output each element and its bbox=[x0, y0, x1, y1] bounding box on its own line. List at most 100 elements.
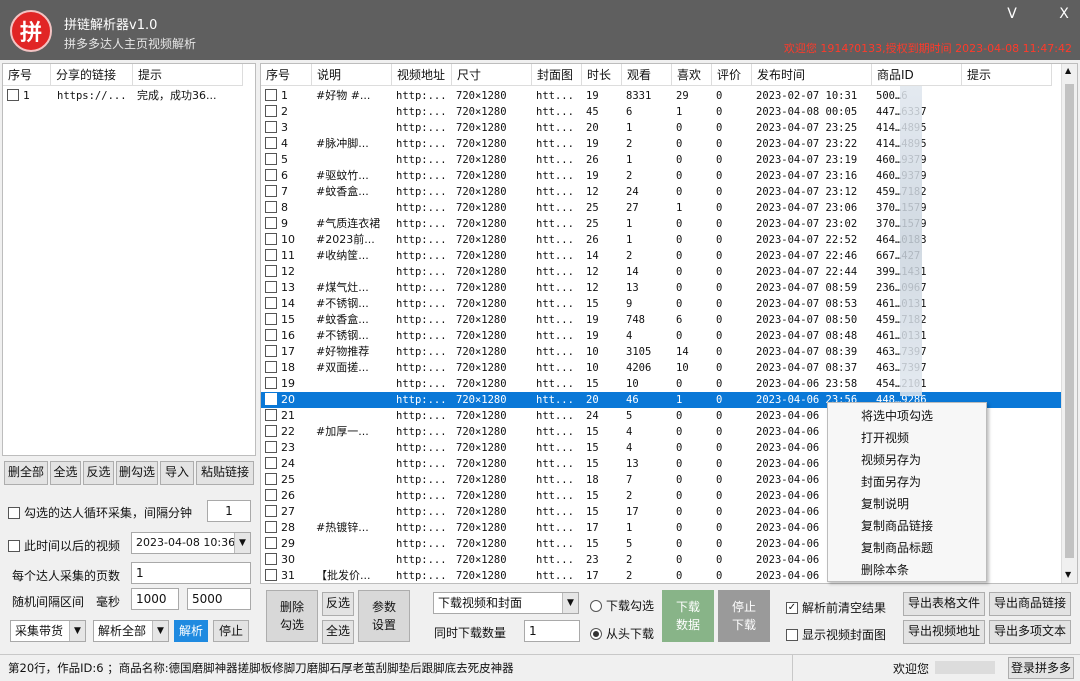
after-time-option[interactable]: 此时间以后的视频 bbox=[8, 537, 120, 554]
after-time-picker[interactable]: 2023-04-08 10:36 ▼ bbox=[131, 532, 251, 554]
col-header-link[interactable]: 分享的链接 bbox=[51, 64, 133, 86]
row-checkbox[interactable] bbox=[265, 345, 277, 357]
clear-before-option[interactable]: ✓ 解析前清空结果 bbox=[786, 599, 886, 616]
invert-links-button[interactable]: 反选 bbox=[83, 461, 114, 485]
table-row[interactable]: 2 http:... 720×1280 htt... 45 6 1 0 2023-04-08 0… bbox=[261, 104, 1061, 120]
list-item[interactable]: 1 https://... 完成，成功36... bbox=[3, 88, 255, 104]
col-header-reviews[interactable]: 评价 bbox=[712, 64, 752, 86]
download-data-button[interactable]: 下载 数据 bbox=[662, 590, 714, 642]
ctx-delete-row[interactable]: 删除本条 bbox=[828, 559, 986, 581]
stop-download-button[interactable]: 停止 下载 bbox=[718, 590, 770, 642]
ctx-copy-desc[interactable]: 复制说明 bbox=[828, 493, 986, 515]
col-header-video-url[interactable]: 视频地址 bbox=[392, 64, 452, 86]
select-all-links-button[interactable]: 全选 bbox=[50, 461, 81, 485]
table-row[interactable]: 12 http:... 720×1280 htt... 12 14 0 0 2023-04-07… bbox=[261, 264, 1061, 280]
table-row[interactable]: 14 #不锈钢... http:... 720×1280 htt... 15 9 0 0 2023… bbox=[261, 296, 1061, 312]
row-checkbox[interactable] bbox=[265, 297, 277, 309]
ctx-open-video[interactable]: 打开视频 bbox=[828, 427, 986, 449]
row-checkbox[interactable] bbox=[265, 313, 277, 325]
row-checkbox[interactable] bbox=[265, 121, 277, 133]
checkmark-icon[interactable]: ✓ bbox=[786, 601, 798, 614]
paste-link-button[interactable]: 粘贴链接 bbox=[196, 461, 254, 485]
row-checkbox[interactable] bbox=[265, 185, 277, 197]
row-checkbox[interactable] bbox=[265, 329, 277, 341]
row-checkbox[interactable] bbox=[265, 521, 277, 533]
pages-input[interactable]: 1 bbox=[131, 562, 251, 584]
delete-checked-links-button[interactable]: 删勾选 bbox=[116, 461, 158, 485]
scroll-down-icon[interactable]: ▼ bbox=[1065, 570, 1071, 579]
row-checkbox[interactable] bbox=[265, 169, 277, 181]
import-button[interactable]: 导入 bbox=[160, 461, 194, 485]
row-checkbox[interactable] bbox=[265, 393, 277, 405]
select-all-button[interactable]: 全选 bbox=[322, 620, 354, 644]
radio-selected-icon[interactable] bbox=[590, 627, 602, 640]
table-row[interactable]: 17 #好物推荐 http:... 720×1280 htt... 10 3105 14 0 20… bbox=[261, 344, 1061, 360]
col-header-desc[interactable]: 说明 bbox=[312, 64, 392, 86]
row-checkbox[interactable] bbox=[265, 425, 277, 437]
stop-parse-button[interactable]: 停止 bbox=[213, 620, 249, 642]
row-checkbox[interactable] bbox=[265, 473, 277, 485]
interval-max-input[interactable]: 5000 bbox=[187, 588, 251, 610]
col-header-goods-id[interactable]: 商品ID bbox=[872, 64, 962, 86]
invert-select-button[interactable]: 反选 bbox=[322, 592, 354, 616]
concurrent-input[interactable]: 1 bbox=[524, 620, 580, 642]
col-header-size[interactable]: 尺寸 bbox=[452, 64, 532, 86]
table-row[interactable]: 6 #驱蚊竹... http:... 720×1280 htt... 19 2 0 0 2023-… bbox=[261, 168, 1061, 184]
row-checkbox[interactable] bbox=[265, 233, 277, 245]
col-header-index[interactable]: 序号 bbox=[3, 64, 51, 86]
loop-interval-input[interactable]: 1 bbox=[207, 500, 251, 522]
login-pdd-button[interactable]: 登录拼多多 bbox=[1008, 657, 1074, 679]
loop-option[interactable]: 勾选的达人循环采集，间隔分钟 bbox=[8, 504, 192, 521]
col-header-duration[interactable]: 时长 bbox=[582, 64, 622, 86]
row-checkbox[interactable] bbox=[265, 201, 277, 213]
after-time-checkbox[interactable] bbox=[8, 539, 20, 552]
minimize-button[interactable]: V bbox=[1000, 4, 1024, 24]
scroll-up-icon[interactable]: ▲ bbox=[1065, 66, 1071, 75]
col-header-tip[interactable]: 提示 bbox=[133, 64, 243, 86]
table-row[interactable]: 15 #蚊香盒... http:... 720×1280 htt... 19 748 6 0 20… bbox=[261, 312, 1061, 328]
table-row[interactable]: 3 http:... 720×1280 htt... 20 1 0 0 2023-04-07 2… bbox=[261, 120, 1061, 136]
table-row[interactable]: 16 #不锈钢... http:... 720×1280 htt... 19 4 0 0 2023… bbox=[261, 328, 1061, 344]
row-checkbox[interactable] bbox=[265, 153, 277, 165]
download-checked-radio[interactable]: 下载勾选 bbox=[590, 597, 654, 614]
export-video-url-button[interactable]: 导出视频地址 bbox=[903, 620, 985, 644]
ctx-check-selected[interactable]: 将选中项勾选 bbox=[828, 405, 986, 427]
col-header-cover[interactable]: 封面图 bbox=[532, 64, 582, 86]
ctx-save-cover[interactable]: 封面另存为 bbox=[828, 471, 986, 493]
row-checkbox[interactable] bbox=[265, 553, 277, 565]
parse-mode-select[interactable]: 解析全部 ▼ bbox=[93, 620, 169, 642]
ctx-copy-goods-title[interactable]: 复制商品标题 bbox=[828, 537, 986, 559]
table-row[interactable]: 4 #脉冲脚... http:... 720×1280 htt... 19 2 0 0 2023-… bbox=[261, 136, 1061, 152]
delete-all-button[interactable]: 删全部 bbox=[4, 461, 48, 485]
download-from-top-radio[interactable]: 从头下载 bbox=[590, 625, 654, 642]
table-row[interactable]: 9 #气质连衣裙 http:... 720×1280 htt... 25 1 0 0 2023-0… bbox=[261, 216, 1061, 232]
row-checkbox[interactable] bbox=[265, 217, 277, 229]
col-header-views[interactable]: 观看 bbox=[622, 64, 672, 86]
ctx-copy-goods-link[interactable]: 复制商品链接 bbox=[828, 515, 986, 537]
row-checkbox[interactable] bbox=[265, 137, 277, 149]
export-goods-link-button[interactable]: 导出商品链接 bbox=[989, 592, 1071, 616]
parse-button[interactable]: 解析 bbox=[174, 620, 208, 642]
vertical-scrollbar[interactable]: ▲ ▼ bbox=[1061, 64, 1077, 583]
params-button[interactable]: 参数 设置 bbox=[358, 590, 410, 642]
ctx-save-video[interactable]: 视频另存为 bbox=[828, 449, 986, 471]
close-button[interactable]: X bbox=[1052, 4, 1076, 24]
scroll-thumb[interactable] bbox=[1065, 84, 1074, 558]
row-checkbox[interactable] bbox=[265, 265, 277, 277]
row-checkbox[interactable] bbox=[265, 441, 277, 453]
export-multi-text-button[interactable]: 导出多项文本 bbox=[989, 620, 1071, 644]
table-row[interactable]: 1 #好物 #... http:... 720×1280 htt... 19 8331 29 0… bbox=[261, 88, 1061, 104]
download-type-select[interactable]: 下载视频和封面 ▼ bbox=[433, 592, 579, 614]
export-table-button[interactable]: 导出表格文件 bbox=[903, 592, 985, 616]
col-header-publish-time[interactable]: 发布时间 bbox=[752, 64, 872, 86]
show-cover-checkbox[interactable] bbox=[786, 628, 798, 641]
table-row[interactable]: 13 #煤气灶... http:... 720×1280 htt... 12 13 0 0 202… bbox=[261, 280, 1061, 296]
table-row[interactable]: 19 http:... 720×1280 htt... 15 10 0 0 2023-04-06… bbox=[261, 376, 1061, 392]
row-checkbox[interactable] bbox=[265, 89, 277, 101]
table-row[interactable]: 11 #收纳筐... http:... 720×1280 htt... 14 2 0 0 2023… bbox=[261, 248, 1061, 264]
row-checkbox[interactable] bbox=[265, 537, 277, 549]
delete-checked-button[interactable]: 删除 勾选 bbox=[266, 590, 318, 642]
col-header-likes[interactable]: 喜欢 bbox=[672, 64, 712, 86]
row-checkbox[interactable] bbox=[265, 457, 277, 469]
show-cover-option[interactable]: 显示视频封面图 bbox=[786, 626, 886, 643]
